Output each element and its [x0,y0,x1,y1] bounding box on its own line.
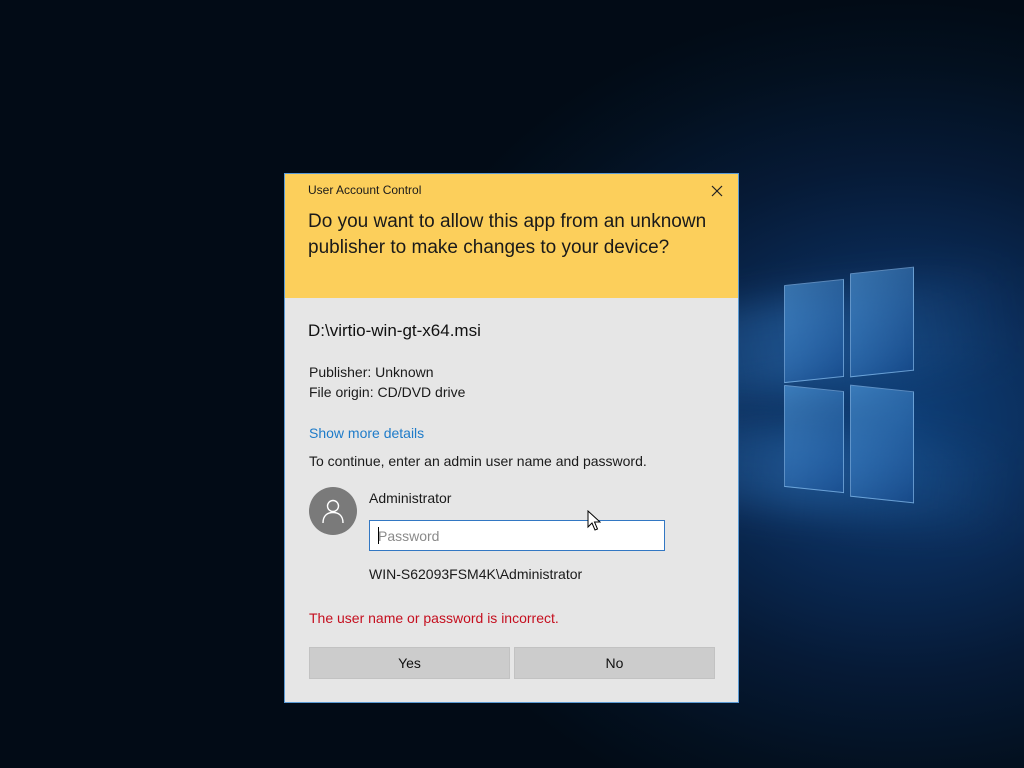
yes-button[interactable]: Yes [309,647,510,679]
avatar [309,487,357,535]
file-name: D:\virtio-win-gt-x64.msi [308,321,481,340]
user-avatar-icon [322,499,344,524]
uac-dialog: User Account Control Do you want to allo… [284,173,739,703]
logo-pane [784,384,844,494]
username-label: Administrator [369,490,452,506]
dialog-header: User Account Control Do you want to allo… [285,174,738,298]
dialog-caption: User Account Control [308,183,422,197]
password-field[interactable] [369,520,665,551]
windows-logo [770,260,920,510]
text-caret [378,527,379,544]
show-more-details-link[interactable]: Show more details [309,425,424,441]
dialog-question: Do you want to allow this app from an un… [308,211,707,258]
close-button[interactable] [706,180,728,202]
logo-pane [850,384,914,504]
close-icon [711,185,723,197]
logo-pane [784,278,844,384]
no-button[interactable]: No [514,647,715,679]
logo-pane [850,266,914,378]
domain-user-label: WIN-S62093FSM4K\Administrator [369,566,583,582]
publisher-info: Publisher: Unknown [309,364,434,380]
continue-instructions: To continue, enter an admin user name an… [309,453,647,469]
file-origin-info: File origin: CD/DVD drive [309,384,466,400]
mouse-pointer-icon [587,510,601,531]
error-message: The user name or password is incorrect. [309,610,559,626]
